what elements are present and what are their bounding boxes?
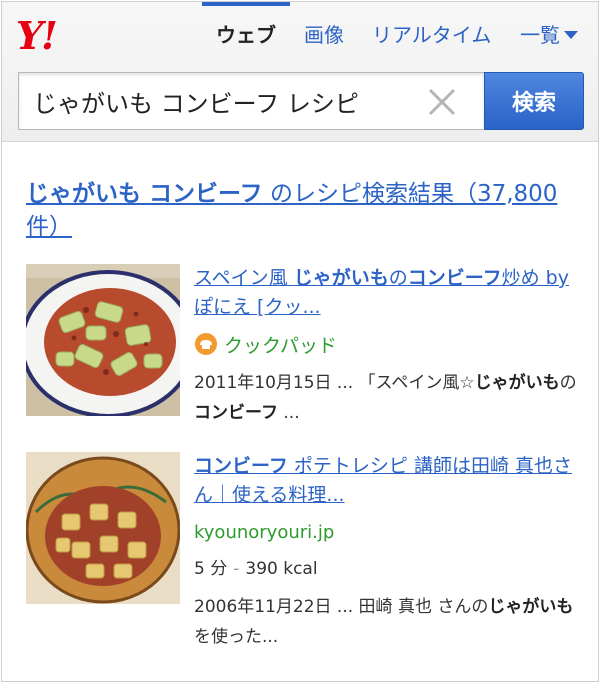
tab-list[interactable]: 一覧	[520, 22, 578, 48]
tab-list-label: 一覧	[520, 23, 560, 47]
result-heading[interactable]: じゃがいも コンビーフ のレシピ検索結果（37,800件）	[26, 178, 578, 244]
snippet-text: 2011年10月15日 ... 「スペイン風☆	[194, 373, 475, 393]
tab-realtime[interactable]: リアルタイム	[372, 22, 491, 48]
snippet-keyword: じゃがいも	[474, 373, 560, 393]
page-frame: Y! ウェブ 画像 リアルタイム 一覧 検索 じゃがいも コンビーフ のレシピ検…	[1, 1, 599, 682]
recipe-thumbnail-1[interactable]	[26, 264, 180, 416]
result-title-link[interactable]: コンビーフ ポテトレシピ 講師は田崎 真也さん｜使える料理...	[194, 452, 578, 510]
tab-images[interactable]: 画像	[304, 22, 344, 48]
result-content: スペイン風 じゃがいものコンビーフ炒め by ぽにえ [クッ... クックパッド…	[194, 264, 578, 428]
result-heading-link[interactable]: じゃがいも コンビーフ のレシピ検索結果（37,800件）	[26, 181, 557, 240]
cook-time: 5 分	[194, 559, 228, 579]
snippet-text: ...	[277, 403, 300, 423]
recipe-meta: 5 分 -390 kcal	[194, 556, 578, 582]
snippet-text: 2006年11月22日 ... 田崎 真也 さんの	[194, 597, 489, 617]
cookpad-icon	[195, 333, 217, 355]
search-box	[18, 72, 484, 130]
header: Y! ウェブ 画像 リアルタイム 一覧 検索	[2, 2, 598, 142]
title-keyword: コンビーフ	[407, 267, 502, 289]
active-tab-indicator	[202, 2, 290, 6]
title-text: の	[388, 267, 408, 289]
snippet-text: の	[559, 373, 577, 393]
calories: 390 kcal	[245, 559, 318, 579]
search-input[interactable]	[19, 73, 419, 129]
food-image	[26, 264, 180, 416]
chevron-down-icon	[564, 30, 578, 39]
source-name: クックパッド	[224, 334, 338, 357]
title-text: スペイン風	[194, 267, 294, 289]
nav-tabs: ウェブ 画像 リアルタイム 一覧	[2, 22, 598, 48]
snippet-keyword: じゃがいも	[488, 597, 574, 617]
heading-query: じゃがいも コンビーフ	[26, 181, 263, 207]
result-url: kyounoryouri.jp	[194, 522, 335, 543]
title-keyword: コンビーフ	[194, 455, 288, 477]
food-image	[26, 452, 180, 604]
result-title-link[interactable]: スペイン風 じゃがいものコンビーフ炒め by ぽにえ [クッ...	[194, 264, 578, 322]
title-keyword: じゃがいも	[293, 267, 389, 289]
result-snippet: 2011年10月15日 ... 「スペイン風☆じゃがいものコンビーフ ...	[194, 368, 578, 428]
tab-web[interactable]: ウェブ	[216, 22, 276, 48]
recipe-thumbnail-2[interactable]	[26, 452, 180, 604]
search-button[interactable]: 検索	[484, 72, 584, 130]
close-icon[interactable]	[425, 85, 459, 119]
snippet-keyword: コンビーフ	[194, 403, 278, 423]
snippet-text: を使った...	[194, 627, 279, 647]
result-content: コンビーフ ポテトレシピ 講師は田崎 真也さん｜使える料理... kyounor…	[194, 452, 578, 652]
meta-separator: -	[233, 559, 240, 579]
source-row: クックパッド	[194, 330, 578, 358]
result-snippet: 2006年11月22日 ... 田崎 真也 さんのじゃがいもを使った...	[194, 592, 578, 652]
